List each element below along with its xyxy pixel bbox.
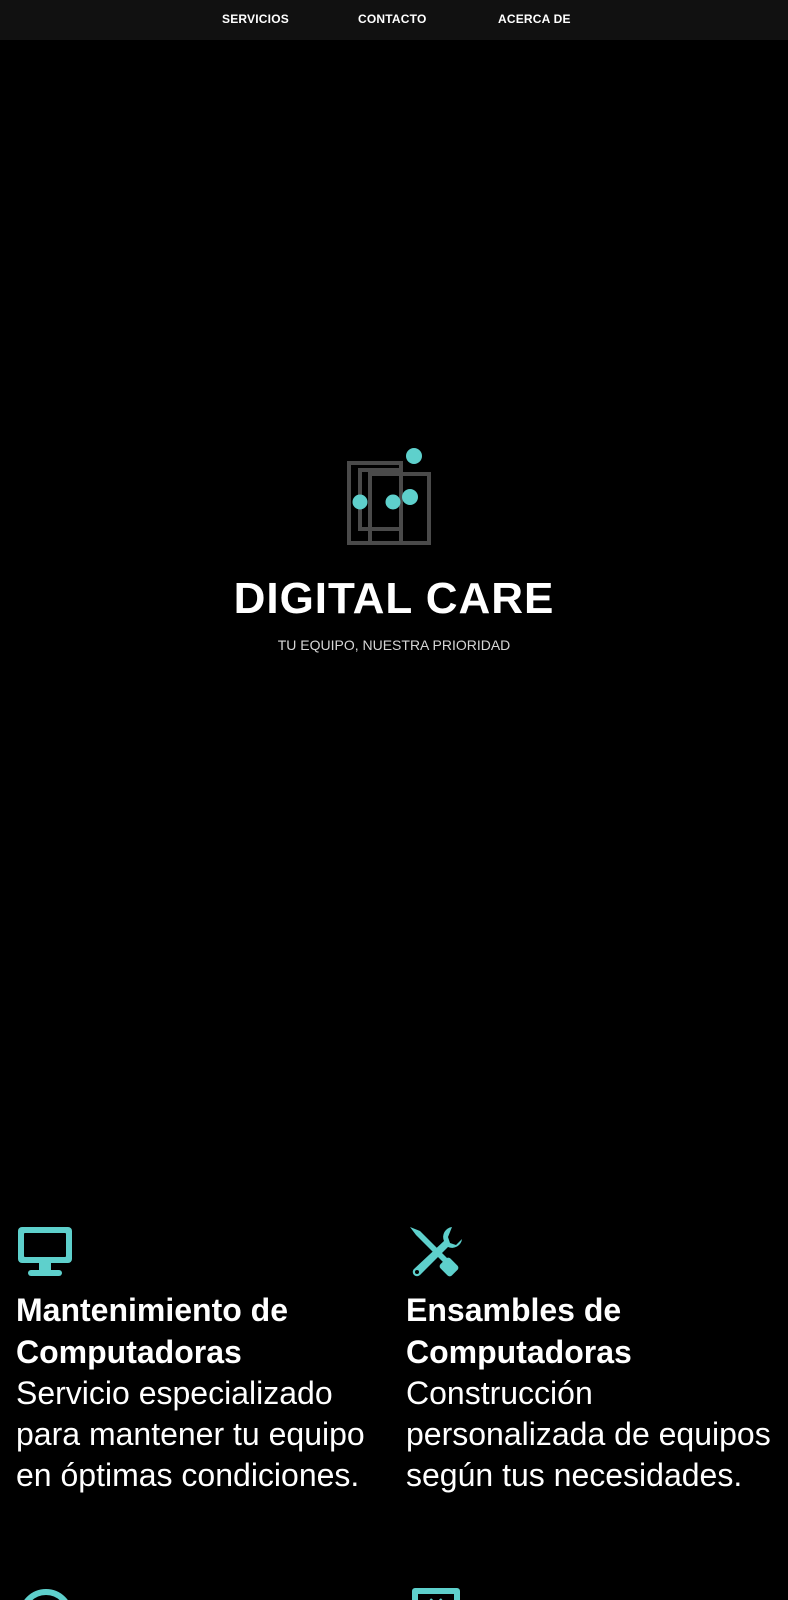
- nav-link-contacto[interactable]: CONTACTO: [358, 12, 427, 26]
- monitor-icon: [18, 1227, 72, 1276]
- hero-section: DIGITAL CARE TU EQUIPO, NUESTRA PRIORIDA…: [0, 40, 788, 1180]
- top-navigation: SERVICIOS CONTACTO ACERCA DE: [0, 0, 788, 40]
- service-description: Servicio especializado para mantener tu …: [16, 1375, 365, 1493]
- laptop-code-icon: [412, 1588, 460, 1600]
- headset-icon: [24, 1589, 68, 1600]
- circuit-squares-logo-icon: [347, 448, 431, 545]
- nav-link-servicios[interactable]: SERVICIOS: [222, 12, 289, 26]
- service-title: Ensambles de Computadoras: [406, 1292, 632, 1370]
- service-description: Construcción personalizada de equipos se…: [406, 1375, 771, 1493]
- brand-tagline: TU EQUIPO, NUESTRA PRIORIDAD: [277, 637, 511, 653]
- tools-icon: [410, 1227, 462, 1277]
- brand-title: DIGITAL CARE: [233, 574, 555, 623]
- nav-link-acerca-de[interactable]: ACERCA DE: [498, 12, 571, 26]
- service-title: Mantenimiento de Computadoras: [16, 1292, 289, 1370]
